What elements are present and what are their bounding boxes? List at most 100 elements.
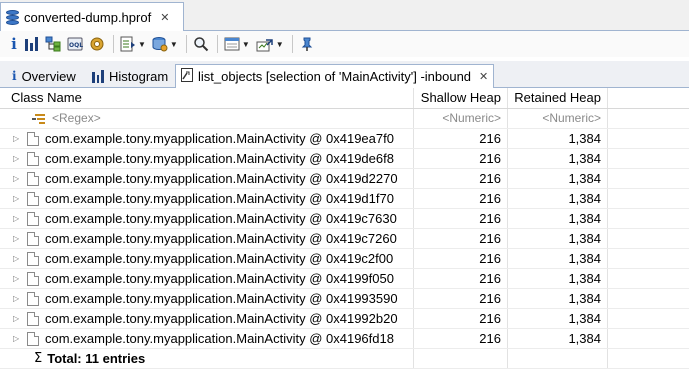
column-retained-heap[interactable]: Retained Heap xyxy=(508,88,608,108)
table-row[interactable]: ▷ com.example.tony.myapplication.MainActi… xyxy=(0,269,689,289)
regex-filter[interactable]: <Regex> xyxy=(0,109,414,128)
tab-label: Overview xyxy=(21,68,76,84)
shallow-filter[interactable]: <Numeric> xyxy=(414,109,508,128)
regex-placeholder: <Regex> xyxy=(52,111,101,125)
retained-heap-value: 1,384 xyxy=(508,309,608,328)
toolbar-separator xyxy=(185,35,187,53)
expand-arrow-icon[interactable]: ▷ xyxy=(13,309,27,328)
editor-tab-bar: converted-dump.hprof ✕ xyxy=(0,0,689,31)
expand-arrow-icon[interactable]: ▷ xyxy=(13,189,27,208)
expand-arrow-icon[interactable]: ▷ xyxy=(13,149,27,168)
total-row: Σ Total: 11 entries xyxy=(0,349,689,369)
editor-tab-hprof[interactable]: converted-dump.hprof ✕ xyxy=(0,2,184,31)
object-file-icon xyxy=(27,171,39,186)
table-row[interactable]: ▷ com.example.tony.myapplication.MainActi… xyxy=(0,289,689,309)
info-icon: i xyxy=(12,69,17,83)
heap-dump-overview-icon[interactable] xyxy=(89,34,105,54)
tab-label: list_objects [selection of 'MainActivity… xyxy=(198,69,472,84)
expand-arrow-icon[interactable]: ▷ xyxy=(13,169,27,188)
object-name: com.example.tony.myapplication.MainActiv… xyxy=(45,191,394,206)
expand-arrow-icon[interactable]: ▷ xyxy=(13,209,27,228)
table-row[interactable]: ▷ com.example.tony.myapplication.MainActi… xyxy=(0,309,689,329)
pin-icon[interactable] xyxy=(299,34,315,54)
shallow-heap-value: 216 xyxy=(414,169,508,188)
object-name: com.example.tony.myapplication.MainActiv… xyxy=(45,231,397,246)
expand-arrow-icon[interactable]: ▷ xyxy=(13,329,27,348)
column-class-name[interactable]: Class Name xyxy=(0,88,414,108)
retained-heap-value: 1,384 xyxy=(508,269,608,288)
expand-arrow-icon[interactable]: ▷ xyxy=(13,269,27,288)
shallow-heap-value: 216 xyxy=(414,249,508,268)
table-row[interactable]: ▷ com.example.tony.myapplication.MainActi… xyxy=(0,189,689,209)
object-name: com.example.tony.myapplication.MainActiv… xyxy=(45,271,394,286)
chevron-down-icon[interactable]: ▼ xyxy=(170,40,178,49)
expand-arrow-icon[interactable]: ▷ xyxy=(13,229,27,248)
export-icon[interactable]: ▼ xyxy=(256,34,284,54)
object-file-icon xyxy=(27,151,39,166)
table-row[interactable]: ▷ com.example.tony.myapplication.MainActi… xyxy=(0,229,689,249)
expand-arrow-icon[interactable]: ▷ xyxy=(13,289,27,308)
table-row[interactable]: ▷ com.example.tony.myapplication.MainActi… xyxy=(0,329,689,349)
chevron-down-icon[interactable]: ▼ xyxy=(242,40,250,49)
sigma-icon: Σ xyxy=(34,351,43,366)
object-file-icon xyxy=(27,231,39,246)
retained-heap-value: 1,384 xyxy=(508,189,608,208)
tab-overview[interactable]: i Overview xyxy=(6,64,82,88)
table-row[interactable]: ▷ com.example.tony.myapplication.MainActi… xyxy=(0,129,689,149)
object-name: com.example.tony.myapplication.MainActiv… xyxy=(45,131,394,146)
retained-filter[interactable]: <Numeric> xyxy=(508,109,608,128)
shallow-heap-value: 216 xyxy=(414,329,508,348)
shallow-heap-value: 216 xyxy=(414,209,508,228)
object-name: com.example.tony.myapplication.MainActiv… xyxy=(45,311,398,326)
query-browser-icon[interactable]: ▼ xyxy=(152,34,178,54)
oql-icon[interactable]: OQL xyxy=(67,34,83,54)
table-header: Class Name Shallow Heap Retained Heap xyxy=(0,88,689,109)
object-file-icon xyxy=(27,331,39,346)
tab-histogram[interactable]: Histogram xyxy=(86,64,174,88)
objects-table: Class Name Shallow Heap Retained Heap <R… xyxy=(0,88,689,369)
shallow-heap-value: 216 xyxy=(414,289,508,308)
chevron-down-icon[interactable]: ▼ xyxy=(138,40,146,49)
result-tab-bar: i Overview Histogram list_objects [selec… xyxy=(0,61,689,89)
find-object-icon[interactable] xyxy=(193,34,209,54)
object-file-icon xyxy=(27,271,39,286)
expand-arrow-icon[interactable]: ▷ xyxy=(13,249,27,268)
run-report-icon[interactable]: ▼ xyxy=(120,34,146,54)
toolbar-separator xyxy=(291,35,293,53)
table-row[interactable]: ▷ com.example.tony.myapplication.MainActi… xyxy=(0,209,689,229)
info-icon[interactable]: i xyxy=(9,34,19,54)
chevron-down-icon[interactable]: ▼ xyxy=(276,40,284,49)
toolbar-separator xyxy=(216,35,218,53)
database-icon xyxy=(6,9,19,25)
retained-heap-value: 1,384 xyxy=(508,129,608,148)
object-file-icon xyxy=(27,311,39,326)
shallow-heap-value: 216 xyxy=(414,309,508,328)
page-icon xyxy=(181,68,193,85)
retained-heap-value: 1,384 xyxy=(508,329,608,348)
column-shallow-heap[interactable]: Shallow Heap xyxy=(414,88,508,108)
dominator-tree-icon[interactable] xyxy=(45,34,61,54)
table-row[interactable]: ▷ com.example.tony.myapplication.MainActi… xyxy=(0,169,689,189)
object-name: com.example.tony.myapplication.MainActiv… xyxy=(45,251,394,266)
object-name: com.example.tony.myapplication.MainActiv… xyxy=(45,151,394,166)
retained-heap-value: 1,384 xyxy=(508,169,608,188)
tab-label: Histogram xyxy=(109,68,169,84)
shallow-heap-value: 216 xyxy=(414,189,508,208)
expand-arrow-icon[interactable]: ▷ xyxy=(13,129,27,148)
object-file-icon xyxy=(27,191,39,206)
total-label: Total: 11 entries xyxy=(47,351,146,366)
retained-heap-value: 1,384 xyxy=(508,229,608,248)
tab-list-objects[interactable]: list_objects [selection of 'MainActivity… xyxy=(175,64,495,89)
shallow-heap-value: 216 xyxy=(414,269,508,288)
object-file-icon xyxy=(27,291,39,306)
svg-text:OQL: OQL xyxy=(69,42,83,49)
retained-heap-value: 1,384 xyxy=(508,249,608,268)
table-row[interactable]: ▷ com.example.tony.myapplication.MainActi… xyxy=(0,249,689,269)
close-icon[interactable]: ✕ xyxy=(479,70,488,83)
table-row[interactable]: ▷ com.example.tony.myapplication.MainActi… xyxy=(0,149,689,169)
calculate-retained-icon[interactable]: ▼ xyxy=(224,34,250,54)
close-icon[interactable]: ✕ xyxy=(160,11,169,24)
shallow-heap-value: 216 xyxy=(414,229,508,248)
object-file-icon xyxy=(27,131,39,146)
histogram-icon[interactable] xyxy=(25,34,39,54)
